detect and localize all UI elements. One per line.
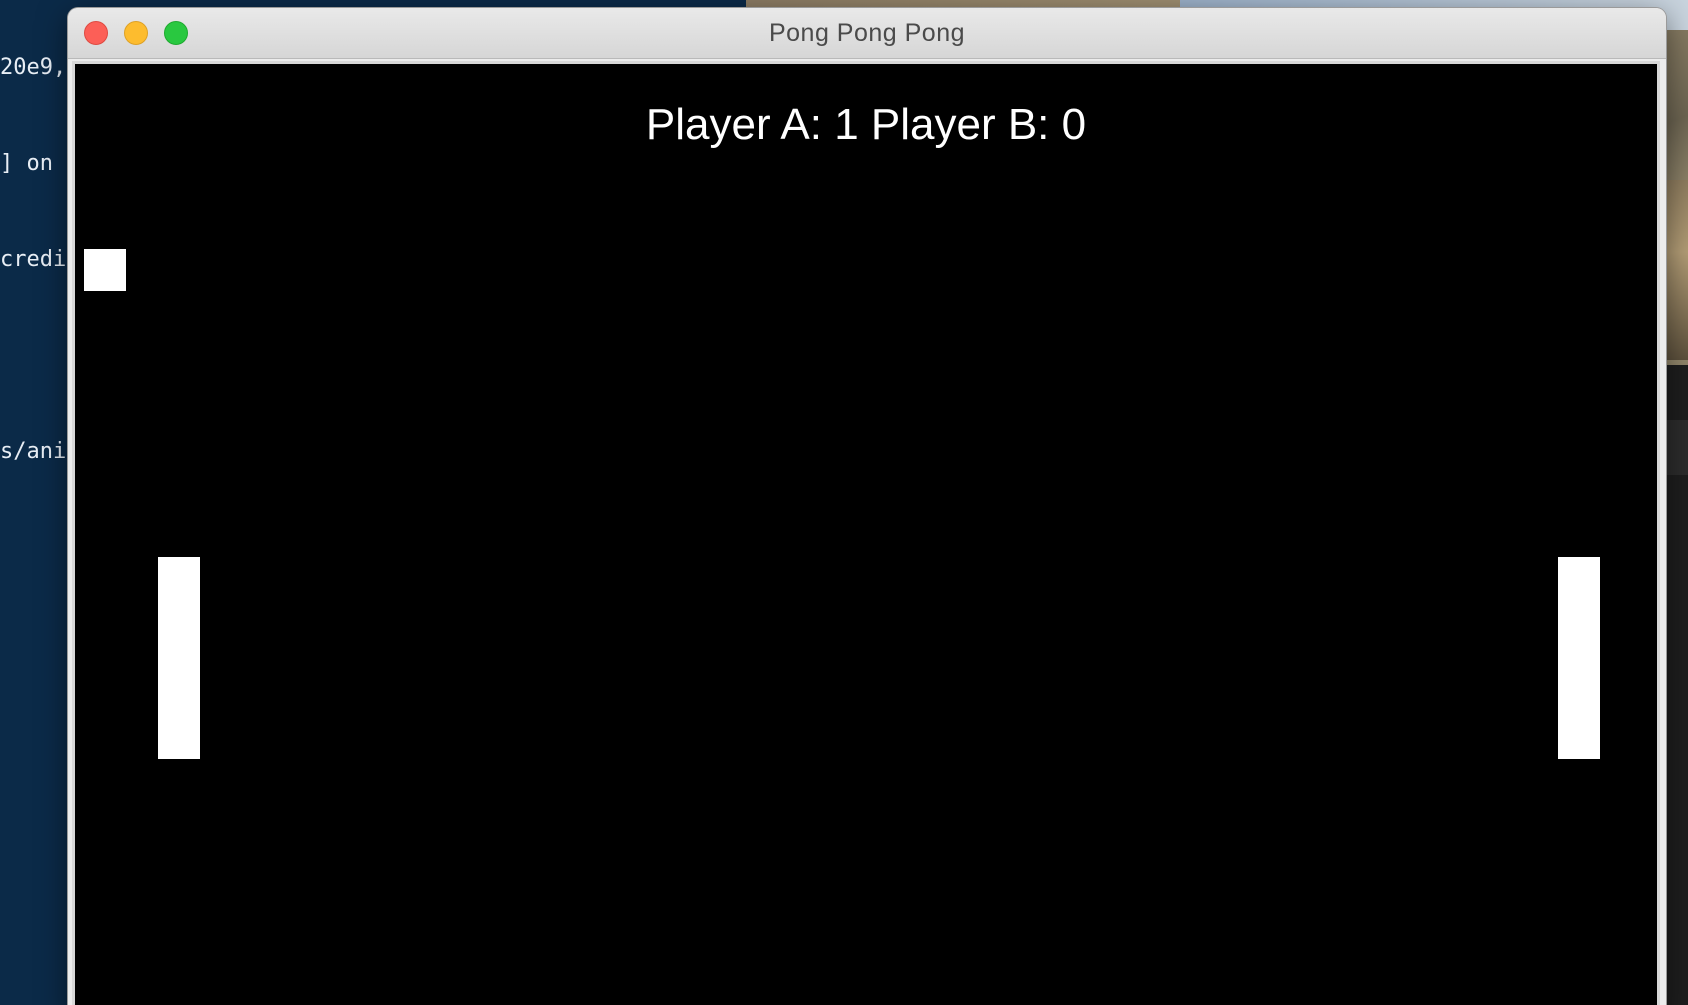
minimize-icon[interactable] — [124, 21, 148, 45]
game-canvas-frame: Player A: 1 Player B: 0 — [72, 61, 1660, 1005]
paddle-player-a — [158, 557, 200, 759]
zoom-icon[interactable] — [164, 21, 188, 45]
background-window-control — [1666, 420, 1688, 475]
desktop: 20e9, May 13 2020, 16:29:34) ] on d cred… — [0, 0, 1688, 1005]
pong-game-window[interactable]: Pong Pong Pong Player A: 1 Player B: 0 — [68, 8, 1666, 1005]
window-title: Pong Pong Pong — [768, 19, 966, 47]
score-display: Player A: 1 Player B: 0 — [645, 100, 1087, 149]
ball — [84, 249, 126, 291]
close-icon[interactable] — [84, 21, 108, 45]
window-titlebar[interactable]: Pong Pong Pong — [68, 8, 1666, 59]
paddle-player-b — [1558, 557, 1600, 759]
game-canvas[interactable]: Player A: 1 Player B: 0 — [79, 68, 1653, 1005]
